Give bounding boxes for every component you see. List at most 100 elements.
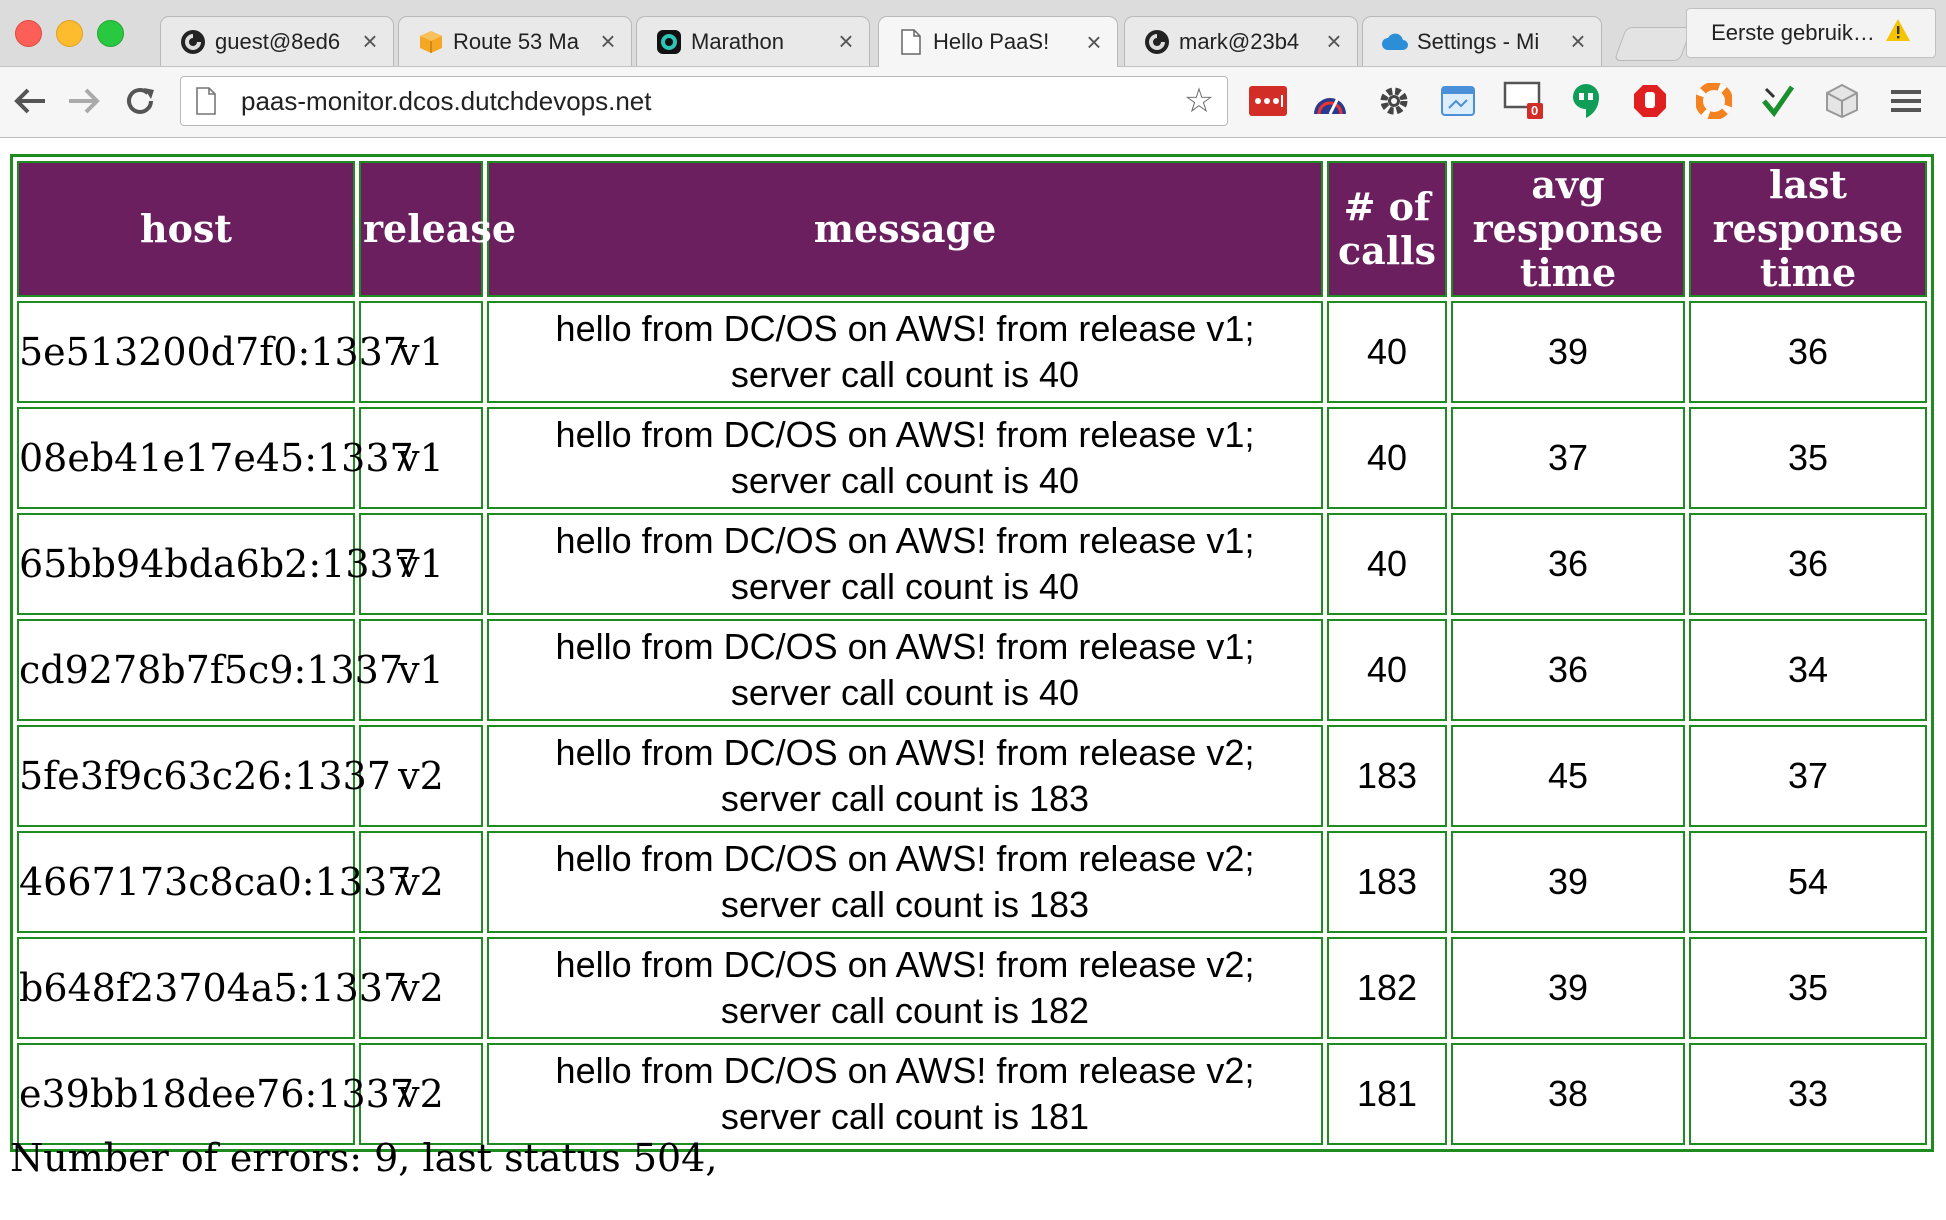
warning-icon [1885, 18, 1911, 48]
avg-response-cell: 36 [1451, 513, 1685, 615]
message-cell: hello from DC/OS on AWS! from release v1… [487, 407, 1323, 509]
speedometer-extension-icon[interactable] [1310, 81, 1350, 121]
header-calls-line2: calls [1337, 228, 1437, 273]
last-response-cell: 36 [1689, 513, 1927, 615]
extension-badge: 0 [1531, 103, 1539, 118]
avg-response-cell: 45 [1451, 725, 1685, 827]
message-line1: hello from DC/OS on AWS! from release v1… [555, 308, 1255, 349]
tab-close-icon[interactable]: × [1083, 27, 1105, 58]
last-response-cell: 36 [1689, 301, 1927, 403]
calls-cell: 181 [1327, 1043, 1447, 1145]
close-window-button[interactable] [15, 20, 42, 47]
tab-title: mark@23b4 [1179, 28, 1300, 54]
calls-cell: 40 [1327, 619, 1447, 721]
page-icon [897, 28, 925, 56]
bookmark-star-icon[interactable]: ☆ [1179, 81, 1219, 121]
cube-extension-icon[interactable] [1822, 81, 1862, 121]
calls-cell: 40 [1327, 513, 1447, 615]
header-avg-line1: avg response [1472, 162, 1664, 251]
message-cell: hello from DC/OS on AWS! from release v1… [487, 513, 1323, 615]
message-cell: hello from DC/OS on AWS! from release v2… [487, 937, 1323, 1039]
back-arrow-icon [14, 88, 45, 114]
last-response-cell: 35 [1689, 937, 1927, 1039]
tab-close-icon[interactable]: × [835, 26, 857, 57]
forward-button[interactable] [62, 79, 106, 123]
host-cell: 5e513200d7f0:1337 [17, 301, 407, 403]
header-avg-response-time: avg response time [1451, 161, 1685, 297]
marathon-icon [655, 28, 683, 56]
checkmark-extension-icon[interactable] [1758, 81, 1798, 121]
avg-response-cell: 38 [1451, 1043, 1685, 1145]
tab-guest-terminal[interactable]: guest@8ed6 × [160, 16, 394, 66]
zoom-window-button[interactable] [97, 20, 124, 47]
tab-close-icon[interactable]: × [359, 26, 381, 57]
tab-title: Settings - Mi [1417, 28, 1540, 54]
gear-icon[interactable] [1374, 81, 1414, 121]
tab-close-icon[interactable]: × [1567, 26, 1589, 57]
header-avg-line2: time [1519, 250, 1617, 295]
table-row: 08eb41e17e45:1337 v1 hello from DC/OS on… [17, 407, 1927, 509]
calls-cell: 183 [1327, 725, 1447, 827]
error-status-text: Number of errors: 9, last status 504, [10, 1136, 718, 1180]
tab-title: Route 53 Ma [453, 28, 579, 54]
tab-hello-paas[interactable]: Hello PaaS! × [878, 16, 1118, 67]
host-cell: 5fe3f9c63c26:1337 [17, 725, 391, 827]
message-line2: server call count is 181 [720, 1096, 1090, 1137]
aws-cube-icon [417, 28, 445, 56]
avg-response-cell: 39 [1451, 301, 1685, 403]
terminal-swirl-icon [1143, 28, 1171, 56]
menu-icon[interactable] [1886, 81, 1926, 121]
url-text: paas-monitor.dcos.dutchdevops.net [241, 85, 652, 116]
host-status-table: host release message # of calls avg respo… [10, 154, 1934, 1152]
tab-marathon[interactable]: Marathon × [636, 16, 870, 66]
message-line1: hello from DC/OS on AWS! from release v1… [555, 626, 1255, 667]
browser-tab-strip: guest@8ed6 × Route 53 Ma × Marathon × He… [0, 0, 1946, 67]
address-bar[interactable]: paas-monitor.dcos.dutchdevops.net ☆ [180, 76, 1228, 126]
header-last-line2: time [1759, 250, 1857, 295]
profile-name: Eerste gebruik… [1711, 20, 1875, 45]
lifebuoy-icon[interactable] [1694, 81, 1734, 121]
message-line2: server call count is 182 [720, 990, 1090, 1031]
host-cell: 65bb94bda6b2:1337 [17, 513, 418, 615]
tab-mark-terminal[interactable]: mark@23b4 × [1124, 16, 1358, 66]
reload-button[interactable] [118, 79, 162, 123]
message-line2: server call count is 40 [730, 460, 1080, 501]
message-line1: hello from DC/OS on AWS! from release v2… [555, 838, 1255, 879]
header-calls-line1: # of [1343, 184, 1431, 229]
calls-cell: 183 [1327, 831, 1447, 933]
adblock-hand-icon[interactable] [1630, 81, 1670, 121]
hangouts-icon[interactable] [1566, 81, 1606, 121]
minimize-window-button[interactable] [56, 20, 83, 47]
back-button[interactable] [8, 79, 52, 123]
tab-title: Marathon [691, 28, 784, 54]
tab-settings[interactable]: Settings - Mi × [1362, 16, 1602, 66]
lastpass-extension-icon[interactable] [1248, 81, 1288, 121]
profile-button[interactable]: Eerste gebruik… [1686, 8, 1936, 58]
window-extension-icon[interactable] [1438, 81, 1478, 121]
message-line2: server call count is 40 [730, 672, 1080, 713]
avg-response-cell: 37 [1451, 407, 1685, 509]
table-row: 5fe3f9c63c26:1337 v2 hello from DC/OS on… [17, 725, 1927, 827]
tab-route53[interactable]: Route 53 Ma × [398, 16, 632, 66]
screen-extension-icon[interactable]: 0 [1502, 81, 1546, 121]
tab-close-icon[interactable]: × [597, 26, 619, 57]
message-line2: server call count is 40 [730, 354, 1080, 395]
new-tab-button[interactable] [1613, 27, 1693, 61]
header-calls: # of calls [1327, 161, 1447, 297]
host-cell: b648f23704a5:1337 [17, 937, 407, 1039]
table-row: 4667173c8ca0:1337 v2 hello from DC/OS on… [17, 831, 1927, 933]
message-cell: hello from DC/OS on AWS! from release v1… [487, 301, 1323, 403]
last-response-cell: 33 [1689, 1043, 1927, 1145]
page-content: host release message # of calls avg respo… [0, 138, 1946, 1220]
message-line2: server call count is 183 [720, 778, 1090, 819]
calls-cell: 182 [1327, 937, 1447, 1039]
message-line1: hello from DC/OS on AWS! from release v2… [555, 732, 1255, 773]
calls-cell: 40 [1327, 301, 1447, 403]
message-line1: hello from DC/OS on AWS! from release v2… [555, 1050, 1255, 1091]
tab-title: guest@8ed6 [215, 28, 341, 54]
host-cell: cd9278b7f5c9:1337 [17, 619, 403, 721]
tab-close-icon[interactable]: × [1323, 26, 1345, 57]
message-line1: hello from DC/OS on AWS! from release v2… [555, 944, 1255, 985]
avg-response-cell: 39 [1451, 831, 1685, 933]
terminal-swirl-icon [179, 28, 207, 56]
